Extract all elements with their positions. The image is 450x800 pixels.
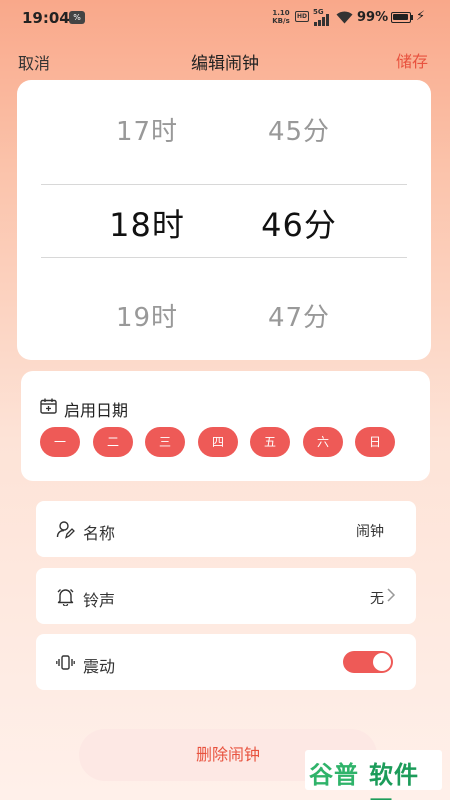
watermark-text-right: 软件园 xyxy=(369,761,419,800)
battery-icon xyxy=(391,12,411,23)
ringtone-row[interactable]: 铃声 无 xyxy=(36,568,416,624)
hd-icon: HD xyxy=(295,11,309,22)
signal-icon xyxy=(314,14,329,26)
picker-row-previous[interactable]: 17时 45分 xyxy=(17,111,431,147)
save-button[interactable]: 储存 xyxy=(396,48,428,72)
speed-value: 1.10 xyxy=(272,9,290,17)
picker-divider-top xyxy=(41,184,407,185)
day-toggle-fri[interactable]: 五 xyxy=(250,427,290,457)
calendar-icon xyxy=(40,398,57,414)
minute-option[interactable]: 45分 xyxy=(229,111,369,148)
user-edit-icon xyxy=(56,521,75,539)
chevron-right-icon xyxy=(387,588,396,602)
bell-icon xyxy=(57,589,74,606)
repeat-days-label: 启用日期 xyxy=(64,401,129,420)
watermark-text-left: 谷普 xyxy=(309,761,359,789)
minute-selected[interactable]: 46分 xyxy=(229,200,369,246)
repeat-days-card: 启用日期 一 二 三 四 五 六 日 xyxy=(21,371,430,481)
watermark-logo: 谷普 软件园 xyxy=(305,750,442,800)
status-time: 19:04 xyxy=(22,9,70,27)
hour-selected[interactable]: 18时 xyxy=(77,200,217,246)
vibrate-row: 震动 xyxy=(36,634,416,690)
day-toggle-tue[interactable]: 二 xyxy=(93,427,133,457)
minute-option[interactable]: 47分 xyxy=(229,297,369,334)
picker-divider-bottom xyxy=(41,257,407,258)
day-toggle-sun[interactable]: 日 xyxy=(355,427,395,457)
status-bar: 19:04 % 1.10 KB/s HD 5G 99% ⚡ xyxy=(0,0,450,36)
day-toggle-thu[interactable]: 四 xyxy=(198,427,238,457)
speed-unit: KB/s xyxy=(272,17,290,25)
vibrate-icon xyxy=(56,655,75,670)
picker-row-next[interactable]: 19时 47分 xyxy=(17,297,431,333)
battery-percent: 99% xyxy=(357,10,389,25)
ringtone-label: 铃声 xyxy=(83,591,116,610)
picker-row-selected[interactable]: 18时 46分 xyxy=(17,200,431,244)
page-title: 编辑闹钟 xyxy=(191,54,259,74)
time-picker[interactable]: 17时 45分 18时 46分 19时 47分 xyxy=(17,80,431,360)
day-toggle-mon[interactable]: 一 xyxy=(40,427,80,457)
wifi-icon xyxy=(336,11,353,24)
vibrate-label: 震动 xyxy=(83,657,116,676)
charging-icon: ⚡ xyxy=(416,9,426,24)
vibrate-toggle[interactable] xyxy=(343,651,393,673)
day-toggle-sat[interactable]: 六 xyxy=(303,427,343,457)
name-label: 名称 xyxy=(83,524,116,543)
network-speed: 1.10 KB/s xyxy=(271,9,291,25)
hour-option[interactable]: 19时 xyxy=(77,297,217,334)
name-value: 闹钟 xyxy=(356,524,384,540)
day-toggle-wed[interactable]: 三 xyxy=(145,427,185,457)
hour-option[interactable]: 17时 xyxy=(77,111,217,148)
ringtone-value: 无 xyxy=(370,591,384,607)
toggle-knob xyxy=(373,653,391,671)
name-row[interactable]: 名称 闹钟 xyxy=(36,501,416,557)
battery-tip xyxy=(411,15,413,20)
notification-badge-icon: % xyxy=(69,11,85,24)
